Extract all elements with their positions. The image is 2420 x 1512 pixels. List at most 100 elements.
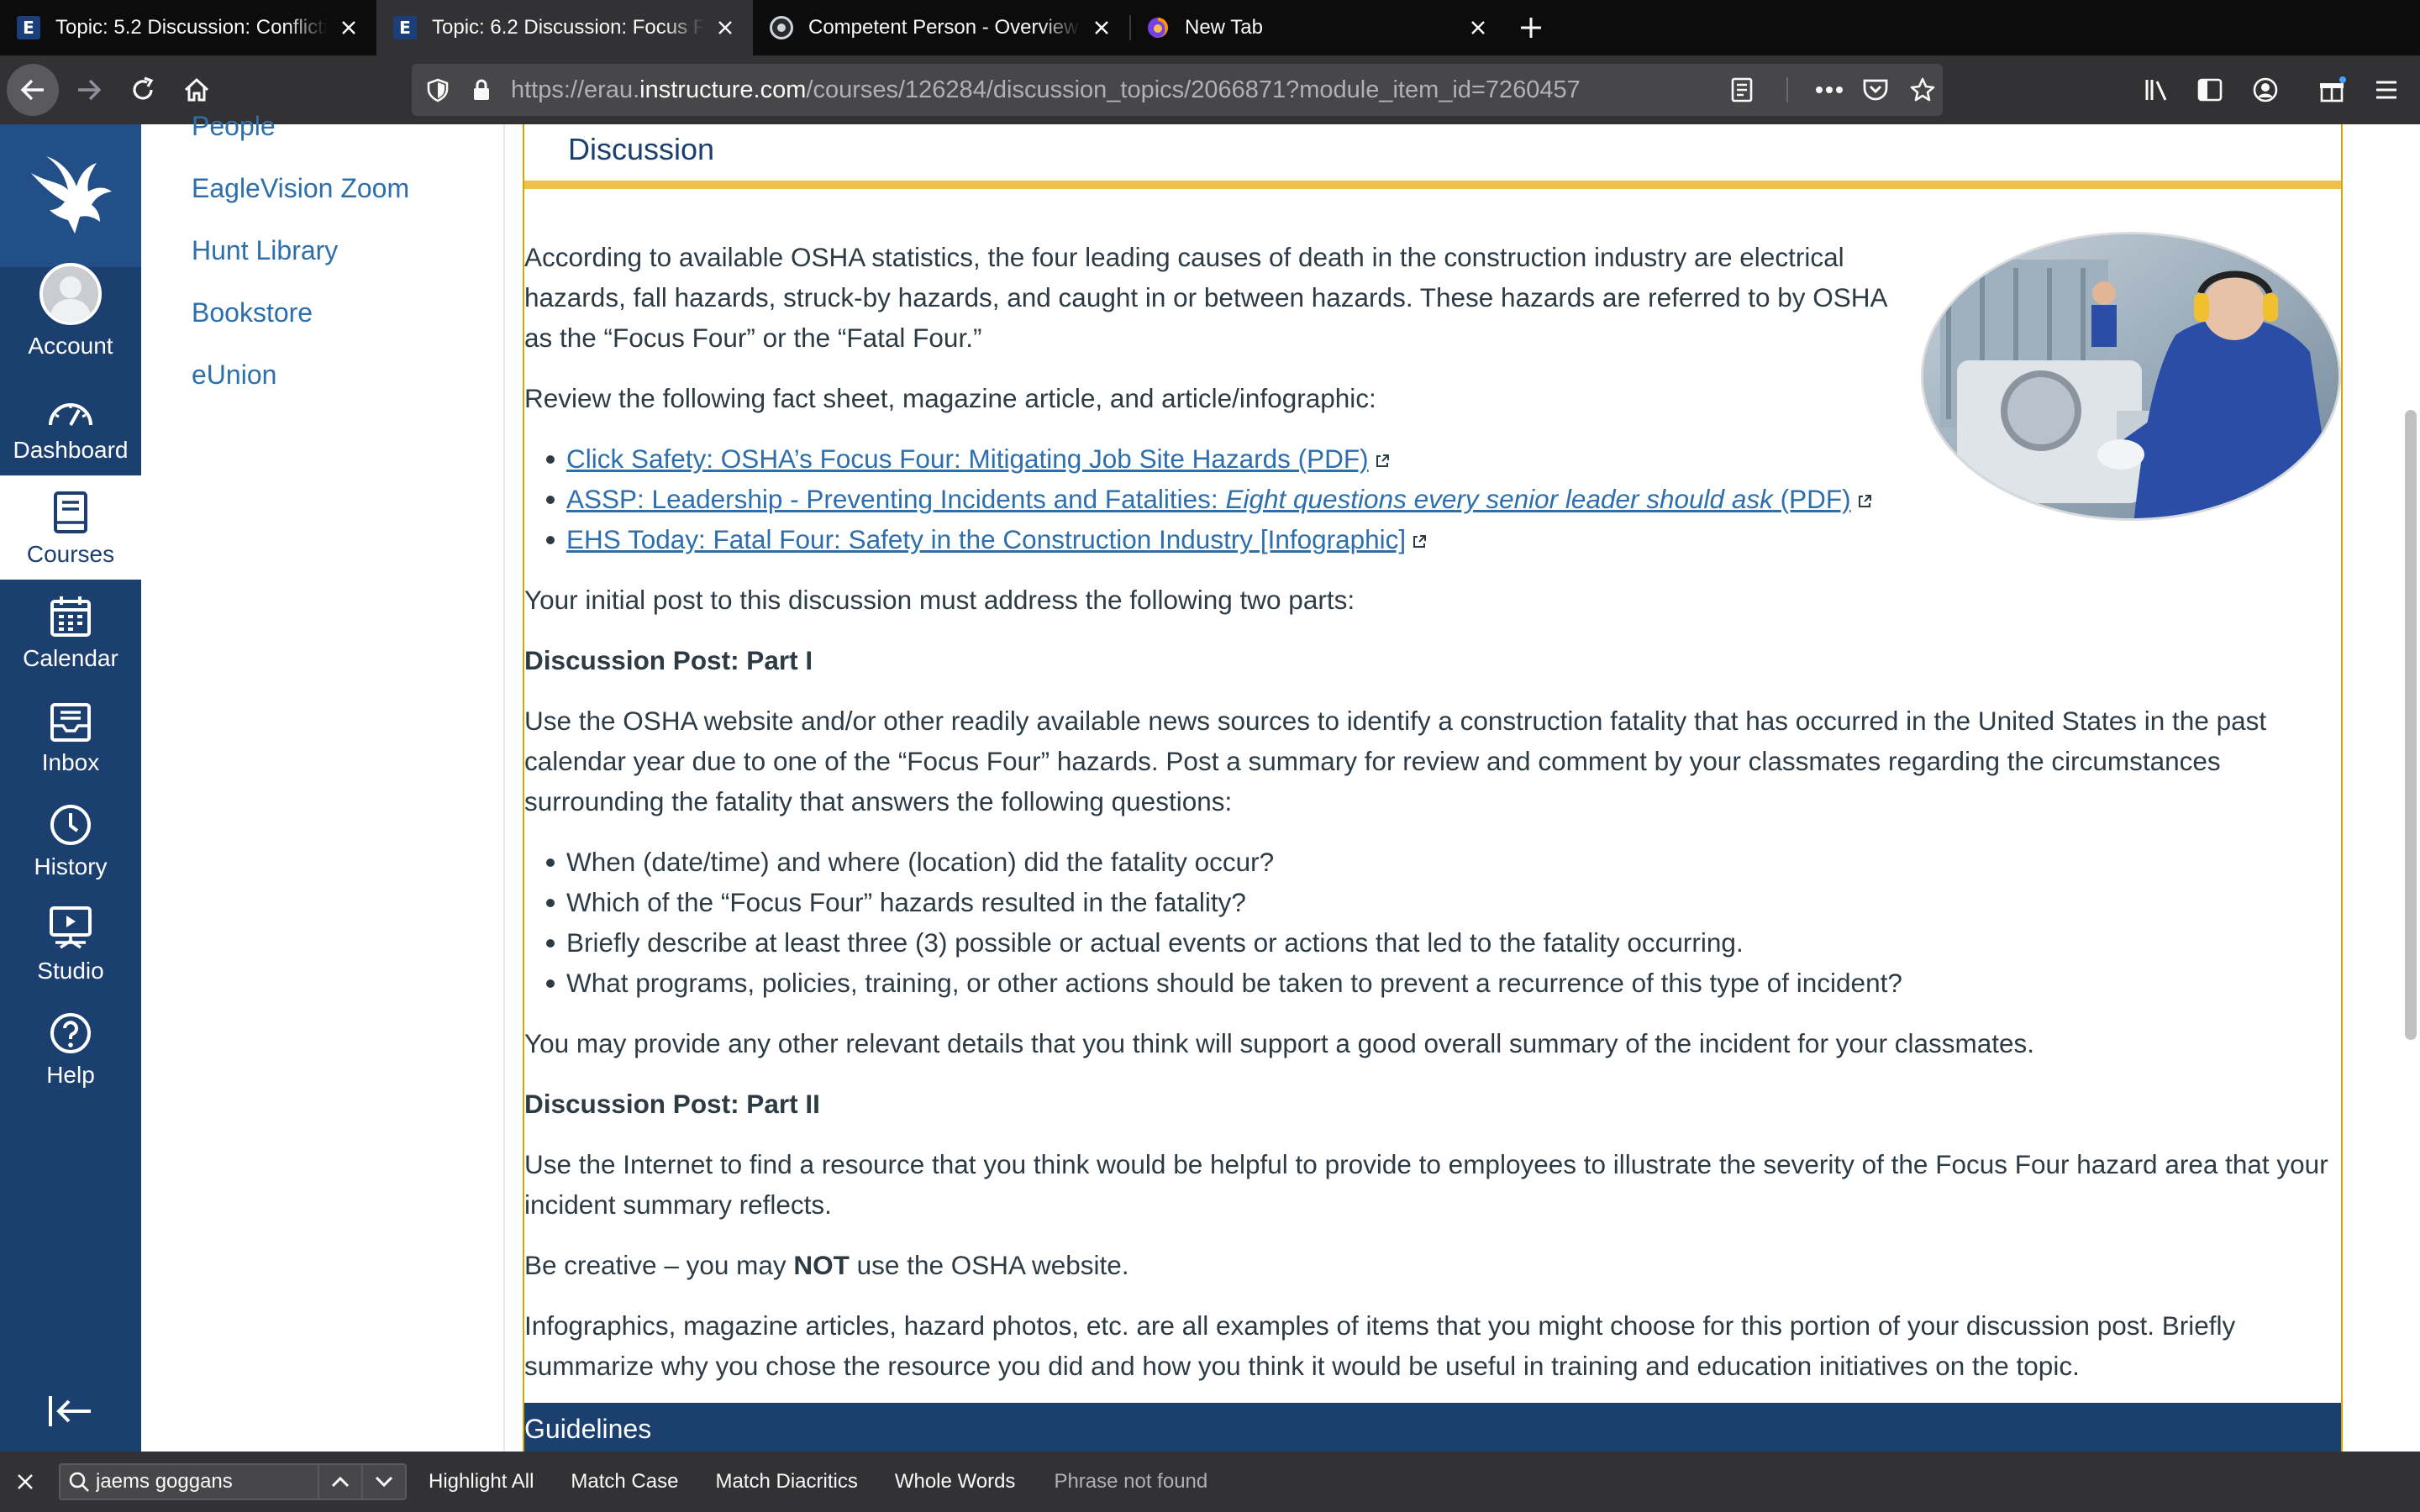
global-nav-dashboard[interactable]: Dashboard xyxy=(0,371,141,475)
back-button[interactable] xyxy=(7,64,59,116)
reader-view-button[interactable] xyxy=(1729,64,1754,116)
browser-tab-new-tab[interactable]: New Tab xyxy=(1129,0,1506,55)
studio-icon xyxy=(49,904,92,951)
part1-text: Use the OSHA website and/or other readil… xyxy=(524,706,2267,816)
find-close-button[interactable] xyxy=(3,1460,47,1504)
forward-arrow-icon xyxy=(78,79,102,101)
scrollbar-thumb[interactable] xyxy=(2405,410,2417,1040)
sidebar-icon xyxy=(2197,78,2223,102)
lock-icon[interactable] xyxy=(469,77,494,102)
erau-eagle-logo[interactable] xyxy=(0,124,141,267)
creative-note-text: Be creative – you may xyxy=(524,1250,794,1280)
part1-question-list: When (date/time) and where (location) di… xyxy=(524,842,2341,1003)
global-nav-help[interactable]: Help xyxy=(0,996,141,1100)
global-nav-label: History xyxy=(34,853,108,879)
help-icon xyxy=(49,1008,92,1055)
creative-note-emphasis: NOT xyxy=(793,1250,850,1280)
close-icon[interactable] xyxy=(336,15,361,40)
part2-heading: Discussion Post: Part II xyxy=(524,1089,820,1119)
url-bar[interactable]: https://erau.instructure.com/courses/126… xyxy=(412,64,1943,116)
reload-icon xyxy=(133,76,154,100)
global-nav-studio[interactable]: Studio xyxy=(0,892,141,996)
eagle-logo-icon xyxy=(31,156,112,234)
course-nav-hunt-library[interactable]: Hunt Library xyxy=(192,235,338,266)
url-separator xyxy=(1786,77,1788,102)
highlight-all-toggle[interactable]: Highlight All xyxy=(429,1470,534,1494)
new-tab-button[interactable] xyxy=(1506,0,1556,55)
ehs-today-infographic-link[interactable]: EHS Today: Fatal Four: Safety in the Con… xyxy=(566,524,1406,554)
guidelines-heading: Guidelines xyxy=(524,1403,2341,1452)
account-button[interactable] xyxy=(2242,64,2289,116)
whole-words-toggle[interactable]: Whole Words xyxy=(895,1470,1016,1494)
browser-tab-topic-5-2[interactable]: E Topic: 5.2 Discussion: Conflicting xyxy=(0,0,376,55)
app-menu-button[interactable] xyxy=(2363,64,2410,116)
extensions-button[interactable] xyxy=(2309,64,2356,116)
click-safety-pdf-link[interactable]: Click Safety: OSHA’s Focus Four: Mitigat… xyxy=(566,444,1369,474)
global-nav-label: Inbox xyxy=(41,749,100,775)
url-prefix: https://erau. xyxy=(511,76,640,103)
find-previous-button[interactable] xyxy=(318,1465,361,1499)
dashboard-gauge-icon xyxy=(47,383,94,430)
link-text: ASSP: Leadership - Preventing Incidents … xyxy=(566,484,1226,514)
global-nav-label: Calendar xyxy=(23,645,118,671)
course-nav-eunion[interactable]: eUnion xyxy=(192,360,276,391)
close-icon xyxy=(18,1474,33,1489)
discussion-content-box: Discussion According to available OSHA s… xyxy=(523,124,2343,1452)
discussion-header: Discussion xyxy=(568,132,715,166)
link-text: (PDF) xyxy=(1772,484,1851,514)
collapse-arrow-icon xyxy=(49,1396,91,1426)
course-nav-bookstore[interactable]: Bookstore xyxy=(192,297,313,328)
page-scrollbar[interactable] xyxy=(2402,124,2420,1452)
infographics-text: Infographics, magazine articles, hazard … xyxy=(524,1310,2236,1381)
other-details-text: You may provide any other relevant detai… xyxy=(524,1028,2035,1058)
close-icon[interactable] xyxy=(1465,15,1491,40)
inbox-icon xyxy=(50,696,92,743)
course-nav-eaglevision-zoom[interactable]: EagleVision Zoom xyxy=(192,173,409,204)
global-nav-account[interactable]: Account xyxy=(0,263,141,371)
sidebar-toggle-button[interactable] xyxy=(2186,64,2233,116)
browser-tab-strip: E Topic: 5.2 Discussion: Conflicting E T… xyxy=(0,0,2420,55)
list-item: Briefly describe at least three (3) poss… xyxy=(546,922,2341,963)
course-navigation: People EagleVision Zoom Hunt Library Boo… xyxy=(141,111,505,1452)
creative-note-text: use the OSHA website. xyxy=(849,1250,1129,1280)
tab-title: Topic: 5.2 Discussion: Conflicting xyxy=(55,16,328,39)
browser-tab-competent-person[interactable]: Competent Person - Overview | Safety xyxy=(753,0,1129,55)
url-text: https://erau.instructure.com/courses/126… xyxy=(511,76,1581,104)
calendar-icon xyxy=(50,591,92,638)
close-icon[interactable] xyxy=(1089,15,1114,40)
global-nav-label: Account xyxy=(28,333,113,359)
account-avatar-icon xyxy=(39,263,103,326)
match-diacritics-toggle[interactable]: Match Diacritics xyxy=(715,1470,857,1494)
library-button[interactable] xyxy=(2134,64,2181,116)
find-status: Phrase not found xyxy=(1054,1470,1208,1493)
find-next-button[interactable] xyxy=(361,1465,405,1499)
bookmark-star-button[interactable] xyxy=(1909,64,1936,116)
browser-tab-topic-6-2[interactable]: E Topic: 6.2 Discussion: Focus Four xyxy=(376,0,753,55)
pocket-icon xyxy=(1863,79,1888,101)
forward-button[interactable] xyxy=(62,63,116,117)
close-icon[interactable] xyxy=(713,15,738,40)
list-item: When (date/time) and where (location) di… xyxy=(546,842,2341,882)
firefox-icon xyxy=(1146,16,1170,39)
shield-icon[interactable] xyxy=(425,77,450,102)
link-text-italic: Eight questions every senior leader shou… xyxy=(1225,484,1773,514)
home-button[interactable] xyxy=(170,63,224,117)
global-nav-calendar[interactable]: Calendar xyxy=(0,580,141,684)
initial-post-instructions: Your initial post to this discussion mus… xyxy=(524,585,1355,615)
course-nav-people[interactable]: People xyxy=(192,111,276,142)
pocket-button[interactable] xyxy=(1862,64,1889,116)
external-link-icon xyxy=(1858,495,1871,507)
global-nav-inbox[interactable]: Inbox xyxy=(0,684,141,788)
find-input[interactable] xyxy=(91,1465,318,1499)
page-actions-button[interactable] xyxy=(1815,64,1844,116)
reload-button[interactable] xyxy=(116,63,170,117)
more-dots-icon xyxy=(1816,87,1843,93)
chevron-up-icon xyxy=(331,1476,350,1488)
global-nav-history[interactable]: History xyxy=(0,788,141,892)
collapse-nav-button[interactable] xyxy=(44,1384,97,1438)
match-case-toggle[interactable]: Match Case xyxy=(571,1470,678,1494)
global-nav-courses[interactable]: Courses xyxy=(0,475,141,580)
gold-divider xyxy=(524,181,2341,189)
external-link-icon xyxy=(1413,535,1427,548)
assp-leadership-pdf-link[interactable]: ASSP: Leadership - Preventing Incidents … xyxy=(566,484,1851,514)
